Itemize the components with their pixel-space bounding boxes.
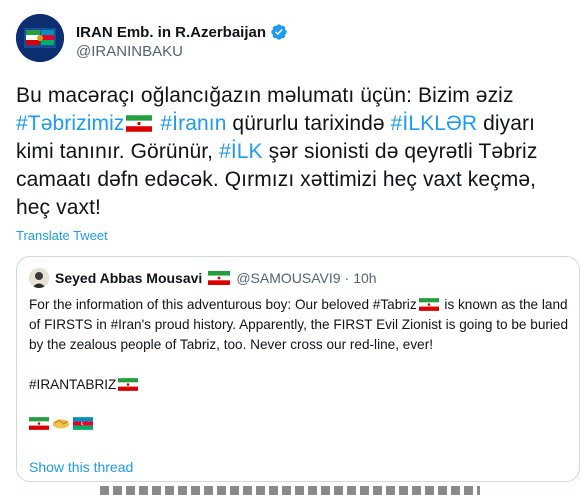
flag-iran-icon <box>118 378 139 391</box>
verified-badge-icon <box>271 24 287 40</box>
flag-iran-icon <box>208 271 231 285</box>
quote-emoji-row <box>29 415 569 431</box>
quote-separator: · <box>344 270 350 286</box>
flag-iran-icon <box>29 416 49 430</box>
flag-azerbaijan-icon <box>73 416 93 430</box>
hashtag-link[interactable]: #İranın <box>160 112 226 135</box>
quote-text-part1: For the information of this adventurous … <box>29 297 417 312</box>
handshake-icon <box>52 419 70 429</box>
quote-author-avatar <box>29 268 49 288</box>
quote-text: For the information of this adventurous … <box>29 295 569 431</box>
tweet-text-fragment: qürurlu tarixində <box>226 112 391 135</box>
hashtag-link[interactable]: #İLK <box>219 140 263 163</box>
quote-time[interactable]: 10h <box>353 270 376 286</box>
show-thread-link[interactable]: Show this thread <box>29 459 133 475</box>
hashtag-link[interactable]: #İLKLƏR <box>391 112 478 135</box>
embassy-avatar[interactable] <box>16 14 64 62</box>
quote-hashtag[interactable]: #IRANTABRIZ <box>29 377 116 392</box>
next-item-cutoff <box>100 486 480 495</box>
account-handle[interactable]: @IRANINBAKU <box>76 43 288 60</box>
quote-author-handle[interactable]: @SAMOUSAVI9 <box>236 270 340 286</box>
hashtag-link[interactable]: #Təbrizimiz <box>16 112 124 135</box>
quoted-tweet[interactable]: Seyed Abbas Mousavi @SAMOUSAVI9 · 10h Fo… <box>16 256 580 482</box>
display-name[interactable]: IRAN Emb. in R.Azerbaijan <box>76 24 266 41</box>
translate-tweet-link[interactable]: Translate Tweet <box>16 228 108 243</box>
tweet-header: IRAN Emb. in R.Azerbaijan @IRANINBAKU <box>16 14 288 62</box>
tweet-text: Bu macəraçı oğlancığazın məlumatı üçün: … <box>16 82 576 222</box>
tweet-text-fragment: Bu macəraçı oğlancığazın məlumatı üçün: … <box>16 84 514 107</box>
quote-author-name[interactable]: Seyed Abbas Mousavi <box>55 270 202 286</box>
flag-iran-icon <box>418 298 439 311</box>
embassy-logo-avatar <box>16 14 64 62</box>
flag-iran-icon <box>124 112 154 135</box>
